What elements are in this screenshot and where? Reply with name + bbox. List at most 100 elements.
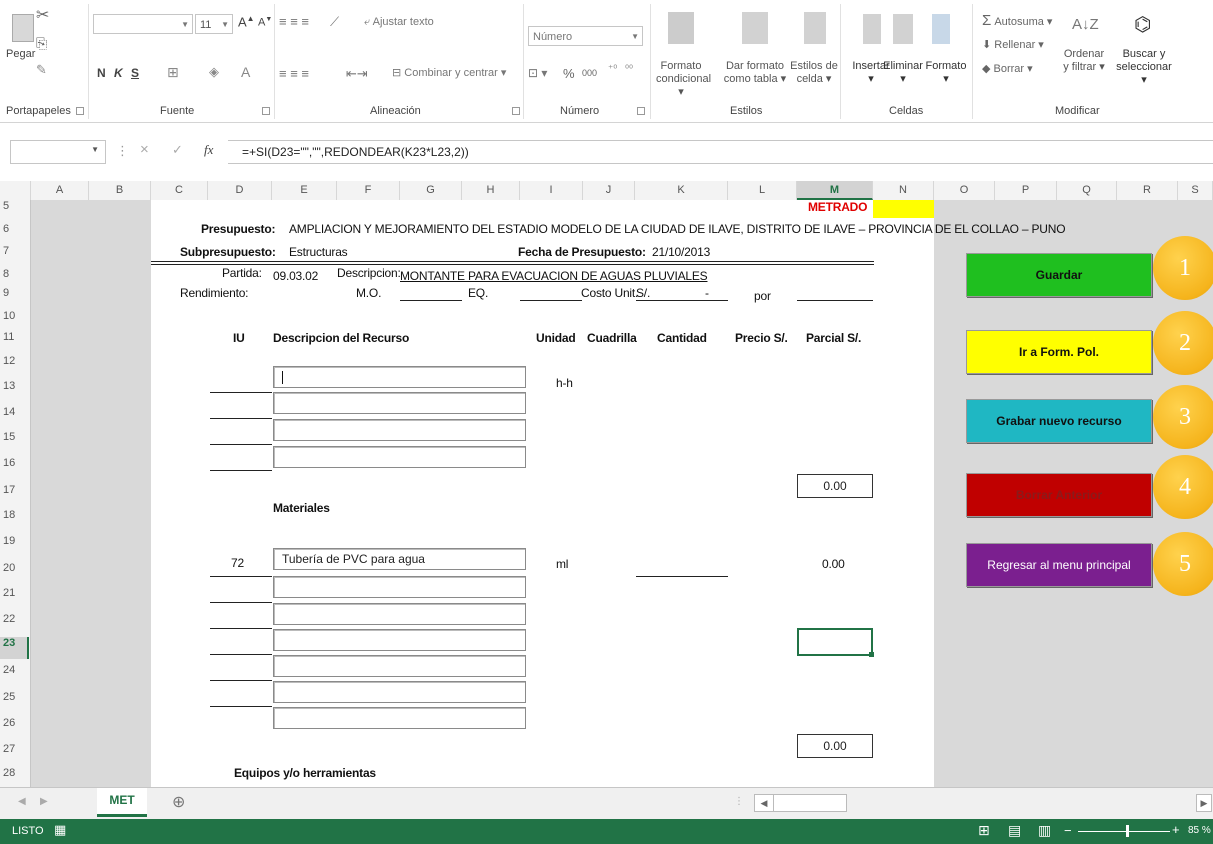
borrar-anterior-button[interactable]: Borrar Anterior xyxy=(966,473,1152,517)
wrap-text-button[interactable]: ⤶ Ajustar texto xyxy=(364,16,434,29)
clear-button[interactable]: ◆ Borrar ▾ xyxy=(982,62,1033,75)
format-table-button[interactable]: Dar formato como tabla ▾ xyxy=(718,60,792,86)
column-header[interactable]: K xyxy=(635,181,728,200)
increase-font-icon[interactable]: A▲ xyxy=(238,14,255,29)
row-header[interactable]: 5 xyxy=(0,200,29,212)
tab-scroll-right-icon[interactable]: ▶ xyxy=(40,796,48,807)
labor-description-input[interactable] xyxy=(273,392,526,414)
currency-icon[interactable]: ⊡ ▾ xyxy=(528,66,547,80)
row-header-active[interactable]: 23 xyxy=(0,637,29,659)
zoom-slider-thumb[interactable] xyxy=(1126,825,1129,837)
zoom-out-icon[interactable]: − xyxy=(1064,823,1072,838)
borders-icon[interactable]: ⊞ xyxy=(167,64,179,81)
column-header[interactable]: Q xyxy=(1057,181,1117,200)
fill-color-icon[interactable]: ◈ xyxy=(209,64,219,80)
hscroll-left-icon[interactable]: ◀ xyxy=(754,794,774,812)
cancel-icon[interactable]: × xyxy=(140,141,149,158)
labor-description-input[interactable] xyxy=(273,366,526,388)
paste-button[interactable]: Pegar xyxy=(6,48,35,60)
add-sheet-icon[interactable]: ⊕ xyxy=(172,792,185,812)
fill-button[interactable]: ⬇ Rellenar ▾ xyxy=(982,38,1044,51)
row-header[interactable]: 12 xyxy=(0,355,29,367)
font-size-combo[interactable]: 11 ▼ xyxy=(195,14,233,34)
column-header[interactable]: R xyxy=(1117,181,1178,200)
row-header[interactable]: 19 xyxy=(0,535,29,547)
column-header[interactable]: D xyxy=(208,181,272,200)
enter-icon[interactable]: ✓ xyxy=(172,142,183,158)
row-header[interactable]: 15 xyxy=(0,431,29,443)
insert-function-icon[interactable]: fx xyxy=(204,142,213,158)
hscroll-right-icon[interactable]: ▶ xyxy=(1196,794,1212,812)
row-header[interactable]: 28 xyxy=(0,767,29,779)
regresar-menu-button[interactable]: Regresar al menu principal xyxy=(966,543,1152,587)
labor-description-input[interactable] xyxy=(273,419,526,441)
font-launcher-icon[interactable] xyxy=(262,107,270,115)
row-header[interactable]: 10 xyxy=(0,310,29,322)
row-header[interactable]: 13 xyxy=(0,380,29,392)
underline-button[interactable]: S xyxy=(131,66,139,80)
number-format-combo[interactable]: Número ▼ xyxy=(528,26,643,46)
indent-icon[interactable]: ⇤⇥ xyxy=(346,66,368,82)
column-header[interactable]: N xyxy=(873,181,934,200)
row-header[interactable]: 25 xyxy=(0,691,29,703)
row-header[interactable]: 16 xyxy=(0,457,29,469)
select-all-corner[interactable] xyxy=(0,181,31,200)
column-header[interactable]: A xyxy=(31,181,89,200)
row-header[interactable]: 22 xyxy=(0,613,29,625)
column-header-active[interactable]: M xyxy=(797,181,873,200)
fill-handle[interactable] xyxy=(869,652,874,657)
tab-scroll-left-icon[interactable]: ◀ xyxy=(18,796,26,807)
column-header[interactable]: E xyxy=(272,181,337,200)
decimal-increase-icon[interactable]: ⁺⁰ xyxy=(608,64,617,75)
number-launcher-icon[interactable] xyxy=(637,107,645,115)
format-button[interactable]: Formato ▾ xyxy=(924,60,968,86)
autosum-button[interactable]: Σ Autosuma ▾ xyxy=(982,12,1052,29)
row-header[interactable]: 6 xyxy=(0,223,29,235)
format-painter-icon[interactable]: ✎ xyxy=(36,62,47,78)
font-name-combo[interactable]: ▼ xyxy=(93,14,193,34)
material-description-input[interactable] xyxy=(273,629,526,651)
metrado-cell[interactable] xyxy=(873,200,934,218)
zoom-slider-track[interactable] xyxy=(1078,831,1170,832)
column-header[interactable]: P xyxy=(995,181,1057,200)
page-layout-icon[interactable]: ▤ xyxy=(1008,822,1021,839)
clipboard-launcher-icon[interactable] xyxy=(76,107,84,115)
font-color-icon[interactable]: A xyxy=(241,64,250,80)
column-header[interactable]: J xyxy=(583,181,635,200)
material-description-input[interactable]: Tubería de PVC para agua xyxy=(273,548,526,570)
material-description-input[interactable] xyxy=(273,681,526,703)
row-header[interactable]: 8 xyxy=(0,268,29,280)
zoom-in-icon[interactable]: + xyxy=(1172,822,1180,837)
column-header[interactable]: S xyxy=(1178,181,1213,200)
thousands-button[interactable]: 000 xyxy=(582,68,597,78)
guardar-button[interactable]: Guardar xyxy=(966,253,1152,297)
row-header[interactable]: 9 xyxy=(0,287,29,299)
macro-record-icon[interactable]: ▦ xyxy=(54,822,66,838)
ir-form-pol-button[interactable]: Ir a Form. Pol. xyxy=(966,330,1152,374)
decimal-decrease-icon[interactable]: ⁰⁰ xyxy=(625,64,633,75)
material-description-input[interactable] xyxy=(273,707,526,729)
column-header[interactable]: C xyxy=(151,181,208,200)
page-break-icon[interactable]: ▥ xyxy=(1038,822,1051,839)
copy-icon[interactable]: ⎘ xyxy=(36,35,47,52)
sort-filter-button[interactable]: Ordenar y filtrar ▾ xyxy=(1055,48,1113,74)
paste-icon[interactable] xyxy=(12,14,34,42)
selected-cell-m23[interactable] xyxy=(797,628,873,656)
column-header[interactable]: F xyxy=(337,181,400,200)
cut-icon[interactable]: ✂ xyxy=(36,5,49,25)
row-header[interactable]: 24 xyxy=(0,664,29,676)
align-top-icon[interactable]: ≡ ≡ ≡ xyxy=(279,14,309,29)
row-header[interactable]: 20 xyxy=(0,562,29,574)
zoom-level[interactable]: 85 % xyxy=(1188,825,1211,836)
material-description-input[interactable] xyxy=(273,655,526,677)
material-description-input[interactable] xyxy=(273,576,526,598)
align-left-icon[interactable]: ≡ ≡ ≡ xyxy=(279,66,309,81)
name-box[interactable]: ▼ xyxy=(10,140,106,164)
merge-center-button[interactable]: ⊟ Combinar y centrar ▾ xyxy=(392,66,506,79)
row-header[interactable]: 21 xyxy=(0,587,29,599)
column-header[interactable]: H xyxy=(462,181,520,200)
row-header[interactable]: 18 xyxy=(0,509,29,521)
grabar-nuevo-recurso-button[interactable]: Grabar nuevo recurso xyxy=(966,399,1152,443)
sheet-tab-met[interactable]: MET xyxy=(97,788,147,817)
bold-button[interactable]: N xyxy=(97,66,106,80)
